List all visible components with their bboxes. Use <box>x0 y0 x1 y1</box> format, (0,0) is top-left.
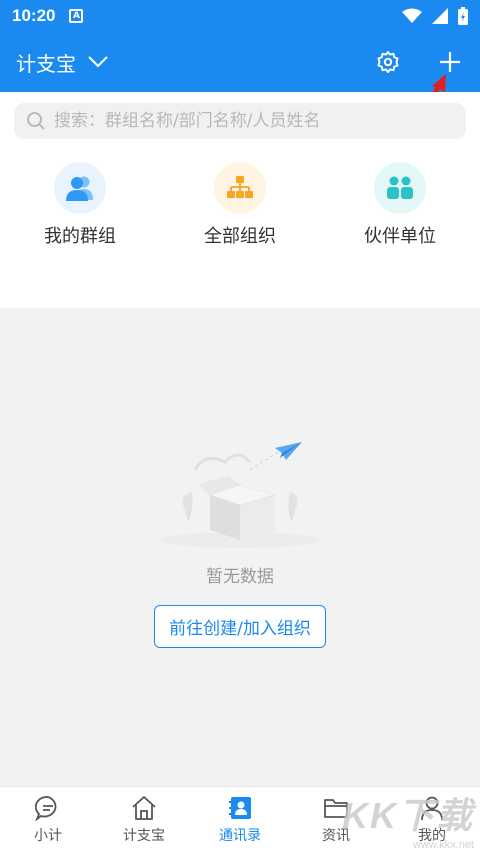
quick-action-all-orgs[interactable]: 全部组织 <box>175 162 305 248</box>
quick-action-label: 全部组织 <box>204 226 276 247</box>
search-icon <box>27 112 45 130</box>
search-input[interactable] <box>54 111 454 131</box>
org-switcher[interactable]: 计支宝 <box>16 48 108 77</box>
app-title: 计支宝 <box>16 51 76 76</box>
chevron-down-icon <box>88 56 108 68</box>
settings-button[interactable] <box>374 48 402 76</box>
empty-box-icon <box>160 442 320 548</box>
watermark: KK下载 www.kkx.net <box>342 787 474 851</box>
quick-action-partners[interactable]: 伙伴单位 <box>335 162 465 248</box>
tab-label: 计支宝 <box>123 828 165 844</box>
top-panel: 我的群组 全部组织 伙伴单位 <box>0 92 480 308</box>
chat-bubble-icon <box>35 796 57 821</box>
create-join-org-button[interactable]: 前往创建/加入组织 <box>154 605 326 648</box>
status-bar: 10:20 A <box>0 0 480 32</box>
status-time: 10:20 <box>12 6 56 25</box>
watermark-url: www.kkx.net <box>412 839 474 851</box>
gear-icon <box>377 51 399 73</box>
home-icon <box>132 796 156 820</box>
tab-label: 通讯录 <box>219 828 261 844</box>
tab-xiaoji[interactable]: 小计 <box>0 787 96 853</box>
signal-icon <box>432 8 448 24</box>
empty-state: 暂无数据 前往创建/加入组织 <box>0 440 480 648</box>
tab-jizhibao[interactable]: 计支宝 <box>96 787 192 853</box>
empty-text: 暂无数据 <box>206 567 274 587</box>
partners-icon <box>374 162 426 214</box>
contacts-icon <box>229 797 251 819</box>
org-chart-icon <box>214 162 266 214</box>
battery-icon <box>458 7 468 25</box>
app-bar: 计支宝 <box>0 32 480 92</box>
tab-label: 小计 <box>34 828 62 844</box>
status-icons <box>402 7 468 25</box>
notification-badge-icon: A <box>69 9 84 23</box>
group-icon <box>54 162 106 214</box>
quick-action-label: 我的群组 <box>44 226 116 247</box>
quick-action-label: 伙伴单位 <box>364 226 436 247</box>
quick-action-my-groups[interactable]: 我的群组 <box>15 162 145 248</box>
tab-contacts[interactable]: 通讯录 <box>192 787 288 853</box>
search-box[interactable] <box>14 103 466 139</box>
watermark-main: KK下载 <box>342 795 474 836</box>
wifi-icon <box>402 8 422 23</box>
